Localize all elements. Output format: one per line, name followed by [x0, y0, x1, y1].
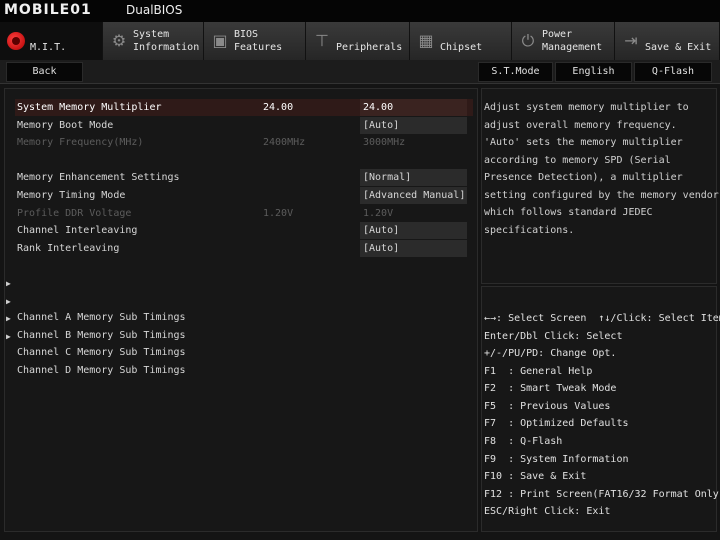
setting-name: System Memory Multiplier	[17, 102, 162, 113]
exit-icon: ⇥	[624, 31, 638, 50]
key-legend-item: F9 : System Information	[484, 454, 629, 465]
back-button[interactable]: Back	[6, 62, 83, 82]
key-legend-item: F8 : Q-Flash	[484, 436, 563, 447]
submenu-label: Channel D Memory Sub Timings	[17, 365, 186, 376]
submenu-channel-a[interactable]: ▶ Channel A Memory Sub Timings	[5, 275, 186, 323]
submenu-label: Channel B Memory Sub Timings	[17, 330, 186, 341]
setting-row-memory-frequency: Memory Frequency(MHz) 2400MHz 3000MHz	[15, 134, 473, 151]
tab-label: System Information	[133, 29, 200, 53]
setting-value[interactable]: [Auto]	[360, 240, 467, 257]
setting-name: Memory Enhancement Settings	[17, 172, 180, 183]
tab-label: Save & Exit	[645, 42, 712, 53]
help-panel: Adjust system memory multiplier to adjus…	[481, 88, 719, 284]
setting-name: Memory Frequency(MHz)	[17, 137, 144, 148]
brand-bar: MOBILE01 DualBIOS	[0, 0, 720, 22]
tab-chipset[interactable]: ▦ Chipset	[410, 22, 512, 60]
setting-row-rank-interleaving[interactable]: Rank Interleaving [Auto]	[15, 240, 473, 257]
triangle-right-icon: ▶	[6, 297, 11, 306]
setting-name: Memory Timing Mode	[17, 190, 126, 201]
setting-value: 3000MHz	[363, 137, 406, 148]
menu-tabs: M.I.T. ⚙ System Information ▣ BIOS Featu…	[0, 22, 720, 60]
triangle-right-icon: ▶	[6, 279, 11, 288]
tab-mit[interactable]: M.I.T.	[0, 22, 103, 60]
setting-row-memory-timing-mode[interactable]: Memory Timing Mode [Advanced Manual]	[15, 187, 473, 204]
tab-system-information[interactable]: ⚙ System Information	[103, 22, 204, 60]
tab-label: Chipset	[440, 42, 483, 53]
tab-label: Power Management	[542, 29, 603, 53]
setting-current: 24.00	[263, 102, 294, 113]
submenu-channel-b[interactable]: ▶ Channel B Memory Sub Timings	[5, 293, 186, 341]
submenu-channel-d[interactable]: ▶ Channel D Memory Sub Timings	[5, 328, 186, 376]
tab-label: M.I.T.	[30, 42, 67, 53]
key-legend-item: Enter/Dbl Click: Select	[484, 331, 623, 342]
setting-name: Channel Interleaving	[17, 225, 138, 236]
language-button[interactable]: English	[555, 62, 632, 82]
key-legend-item: F2 : Smart Tweak Mode	[484, 383, 617, 394]
setting-value: 1.20V	[363, 208, 394, 219]
tab-bios-features[interactable]: ▣ BIOS Features	[204, 22, 306, 60]
setting-row-channel-interleaving[interactable]: Channel Interleaving [Auto]	[15, 222, 473, 239]
tab-label: BIOS Features	[234, 29, 283, 53]
peripherals-icon: ⊤	[315, 31, 329, 50]
submenu-label: Channel C Memory Sub Timings	[17, 347, 186, 358]
submenu-label: Channel A Memory Sub Timings	[17, 312, 186, 323]
brand-logo: MOBILE01	[4, 2, 92, 18]
setting-name: Memory Boot Mode	[17, 120, 114, 131]
st-mode-button[interactable]: S.T.Mode	[478, 62, 553, 82]
power-icon: ⏻	[521, 31, 535, 50]
tab-peripherals[interactable]: ⊤ Peripherals	[306, 22, 410, 60]
tab-power-management[interactable]: ⏻ Power Management	[512, 22, 615, 60]
setting-row-memory-enhancement[interactable]: Memory Enhancement Settings [Normal]	[15, 169, 473, 186]
setting-value[interactable]: [Advanced Manual]	[360, 187, 467, 204]
setting-name: Rank Interleaving	[17, 243, 120, 254]
key-legend-item: ←→: Select Screen ↑↓/Click: Select Item	[484, 313, 720, 324]
dualbios-label: DualBIOS	[126, 3, 183, 17]
mit-icon	[7, 32, 25, 50]
key-legend-item: F5 : Previous Values	[484, 401, 611, 412]
tab-label: Peripherals	[336, 42, 403, 53]
setting-value[interactable]: [Auto]	[360, 117, 467, 134]
key-legend-item: F10 : Save & Exit	[484, 471, 587, 482]
button-bar: Back S.T.Mode English Q-Flash	[0, 60, 720, 84]
setting-value[interactable]: [Auto]	[360, 222, 467, 239]
setting-current: 2400MHz	[263, 137, 306, 148]
setting-current: 1.20V	[263, 208, 294, 219]
setting-row-memory-multiplier[interactable]: System Memory Multiplier 24.00 24.00	[15, 99, 473, 116]
key-legend-item: F12 : Print Screen(FAT16/32 Format Only)	[484, 489, 720, 500]
help-text: Adjust system memory multiplier to adjus…	[484, 102, 719, 236]
setting-name: Profile DDR Voltage	[17, 208, 132, 219]
key-legend-item: F7 : Optimized Defaults	[484, 418, 629, 429]
setting-value[interactable]: [Normal]	[360, 169, 467, 186]
setting-value[interactable]: 24.00	[360, 99, 467, 116]
triangle-right-icon: ▶	[6, 332, 11, 341]
settings-panel: System Memory Multiplier 24.00 24.00 Mem…	[4, 88, 478, 532]
key-legend-panel: ←→: Select Screen ↑↓/Click: Select Item …	[481, 286, 720, 532]
triangle-right-icon: ▶	[6, 314, 11, 323]
tab-save-exit[interactable]: ⇥ Save & Exit	[615, 22, 720, 60]
submenu-channel-c[interactable]: ▶ Channel C Memory Sub Timings	[5, 310, 186, 358]
key-legend-item: F1 : General Help	[484, 366, 593, 377]
gear-icon: ⚙	[111, 31, 127, 50]
bios-features-icon: ▣	[212, 31, 228, 50]
qflash-button[interactable]: Q-Flash	[634, 62, 712, 82]
chipset-icon: ▦	[418, 31, 434, 50]
key-legend-item: +/-/PU/PD: Change Opt.	[484, 348, 617, 359]
setting-row-profile-ddr-voltage: Profile DDR Voltage 1.20V 1.20V	[15, 205, 473, 222]
key-legend-item: ESC/Right Click: Exit	[484, 506, 611, 517]
setting-row-memory-boot-mode[interactable]: Memory Boot Mode [Auto]	[15, 117, 473, 134]
